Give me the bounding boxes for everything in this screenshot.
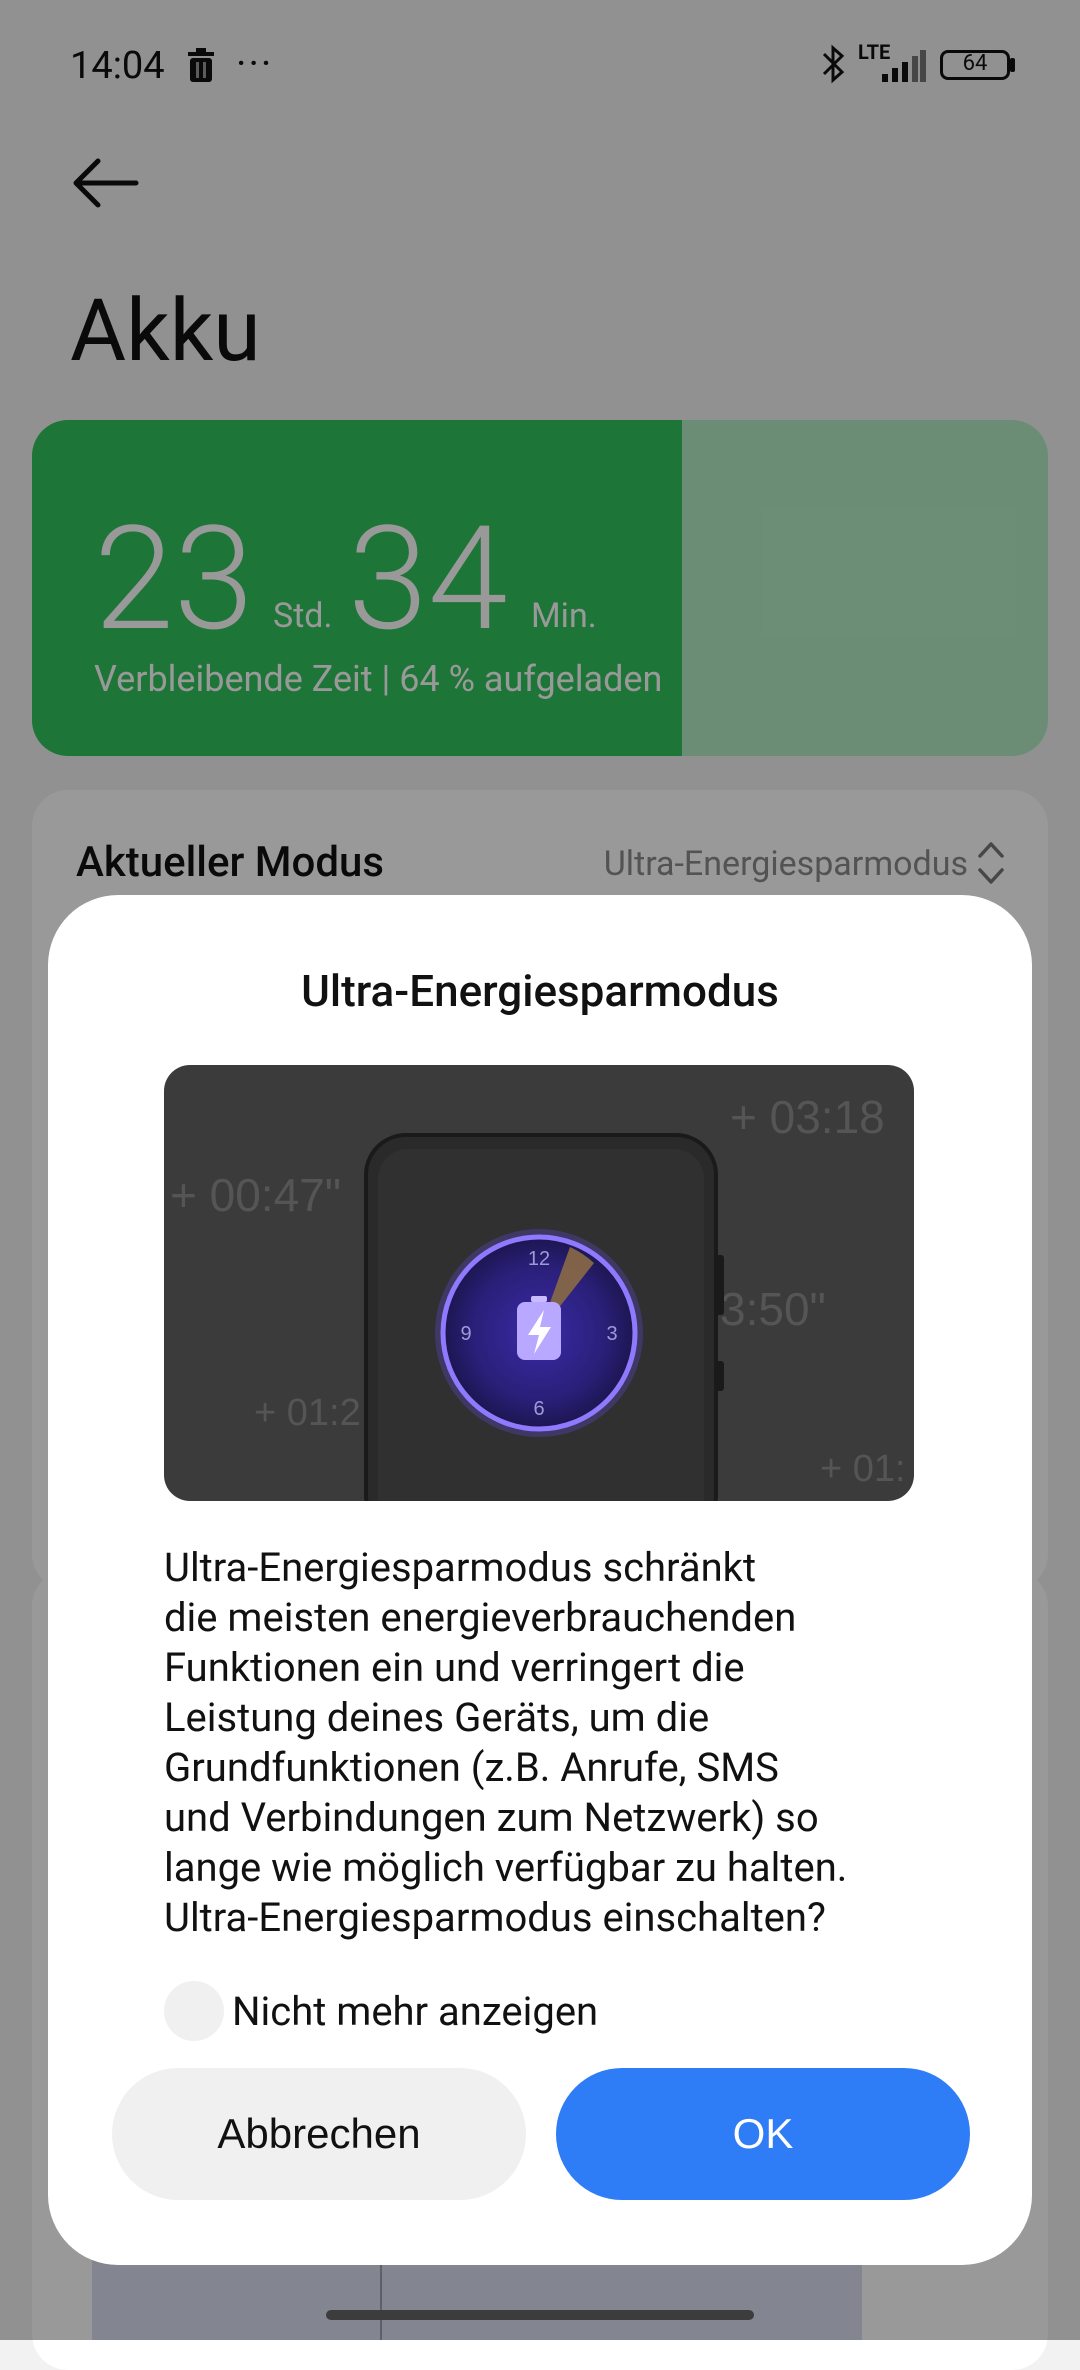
dialog-body-line: Grundfunktionen (z.B. Anrufe, SMS	[164, 1744, 779, 1791]
illus-time-1: + 00:47"	[170, 1169, 341, 1221]
dont-show-again-label: Nicht mehr anzeigen	[232, 1987, 599, 2035]
clock-number-3: 3	[606, 1323, 617, 1345]
illus-time-4: + 01:2	[254, 1392, 361, 1434]
dialog-body-line: lange wie möglich verfügbar zu halten.	[164, 1844, 848, 1891]
clock-number-12: 12	[528, 1248, 550, 1270]
illus-time-5: + 01:	[820, 1448, 906, 1490]
clock-number-9: 9	[460, 1323, 471, 1345]
home-indicator[interactable]	[326, 2310, 754, 2320]
clock-dial: 12 3 6 9	[435, 1229, 643, 1437]
dialog-body-line: und Verbindungen zum Netzwerk) so	[164, 1794, 819, 1841]
cancel-button[interactable]: Abbrechen	[112, 2068, 526, 2200]
ultra-power-saving-illustration: + 00:47" + 03:18 3:50" + 01:2 + 01: 12 3…	[164, 1065, 914, 1501]
ultra-power-saving-dialog: Ultra-Energiesparmodus + 00:47" + 03:18 …	[48, 895, 1032, 2265]
dialog-title: Ultra-Energiesparmodus	[301, 965, 779, 1017]
dialog-body-line: Ultra-Energiesparmodus schränkt	[164, 1544, 757, 1591]
dialog-body-line: Funktionen ein und verringert die	[164, 1644, 745, 1691]
ok-button[interactable]: OK	[556, 2068, 970, 2200]
dialog-body-line: die meisten energieverbrauchenden	[164, 1594, 797, 1641]
dialog-body-line: Leistung deines Geräts, um die	[164, 1694, 710, 1741]
dont-show-again-checkbox[interactable]	[164, 1981, 224, 2041]
dialog-body-line: Ultra-Energiesparmodus einschalten?	[164, 1894, 826, 1941]
clock-number-6: 6	[533, 1398, 544, 1420]
illus-time-2: + 03:18	[730, 1091, 885, 1143]
illus-time-3: 3:50"	[720, 1283, 826, 1335]
dialog-body: Ultra-Energiesparmodus schränkt die meis…	[164, 1543, 924, 1943]
dont-show-again-row[interactable]: Nicht mehr anzeigen	[164, 1979, 598, 2043]
